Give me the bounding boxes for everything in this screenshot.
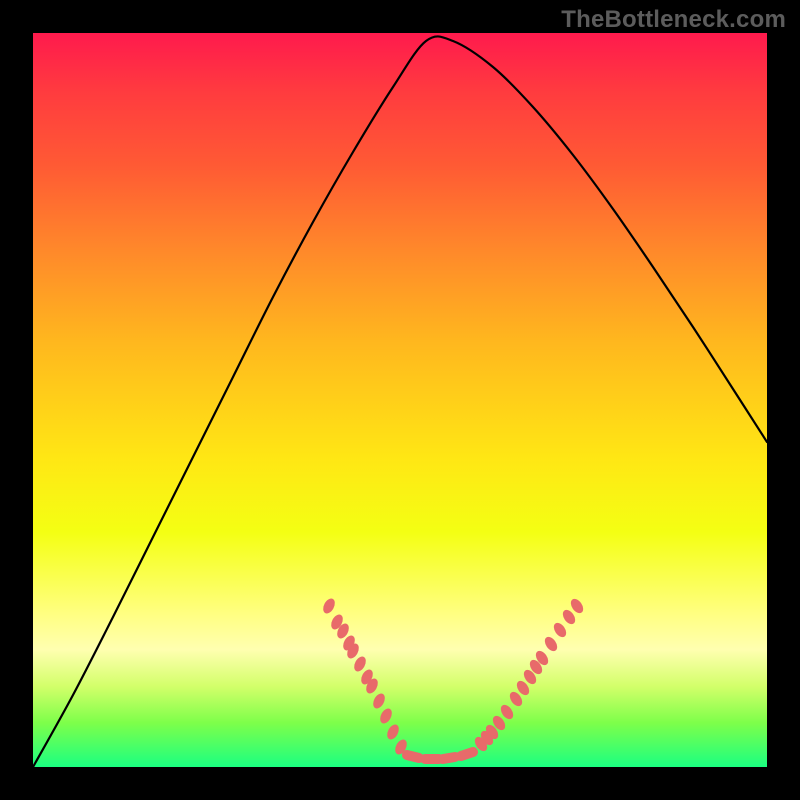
highlight-dot xyxy=(321,597,337,616)
highlight-dot xyxy=(371,692,387,711)
highlight-dot xyxy=(352,655,368,674)
highlight-segment xyxy=(443,757,455,759)
chart-container: TheBottleneck.com xyxy=(0,0,800,800)
plot-area xyxy=(33,33,767,767)
curve-svg xyxy=(33,33,767,767)
bottleneck-curve xyxy=(33,36,767,767)
highlight-dot xyxy=(551,621,568,640)
highlight-dot xyxy=(542,635,559,654)
highlight-segment xyxy=(407,755,419,758)
highlight-dot xyxy=(385,723,401,742)
highlight-segment xyxy=(461,752,473,756)
highlight-dot xyxy=(378,707,394,726)
highlight-layer xyxy=(321,597,586,759)
watermark-text: TheBottleneck.com xyxy=(561,6,786,34)
